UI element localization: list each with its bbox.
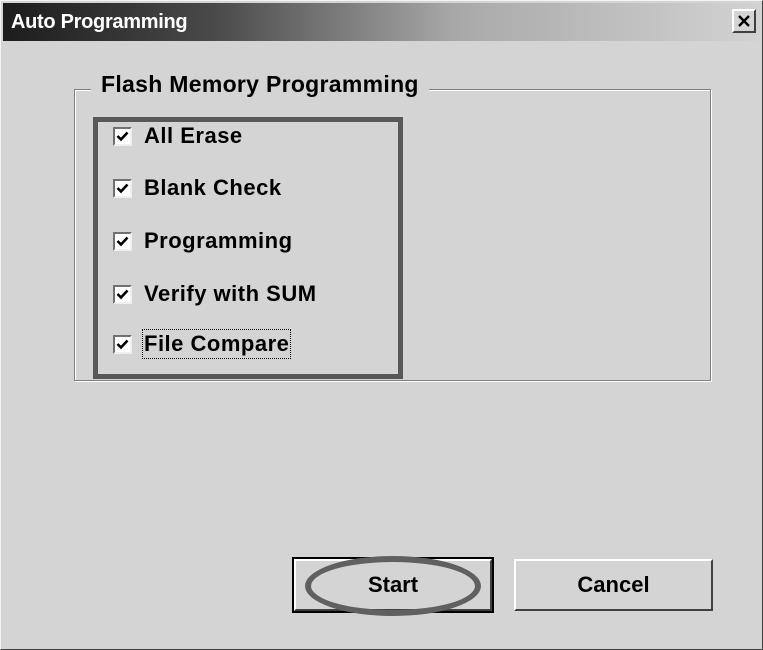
start-button[interactable]: Start	[292, 557, 494, 613]
annotation-highlight-rectangle	[93, 117, 403, 379]
cancel-button[interactable]: Cancel	[514, 559, 713, 611]
window-title: Auto Programming	[11, 11, 188, 33]
cancel-button-label: Cancel	[577, 572, 650, 597]
title-bar[interactable]: Auto Programming	[3, 3, 760, 41]
close-icon	[738, 15, 750, 27]
auto-programming-dialog: Auto Programming Flash Memory Programmin…	[0, 0, 763, 650]
groupbox-legend: Flash Memory Programming	[91, 71, 429, 98]
start-button-label: Start	[367, 572, 419, 597]
close-button[interactable]	[732, 9, 756, 33]
